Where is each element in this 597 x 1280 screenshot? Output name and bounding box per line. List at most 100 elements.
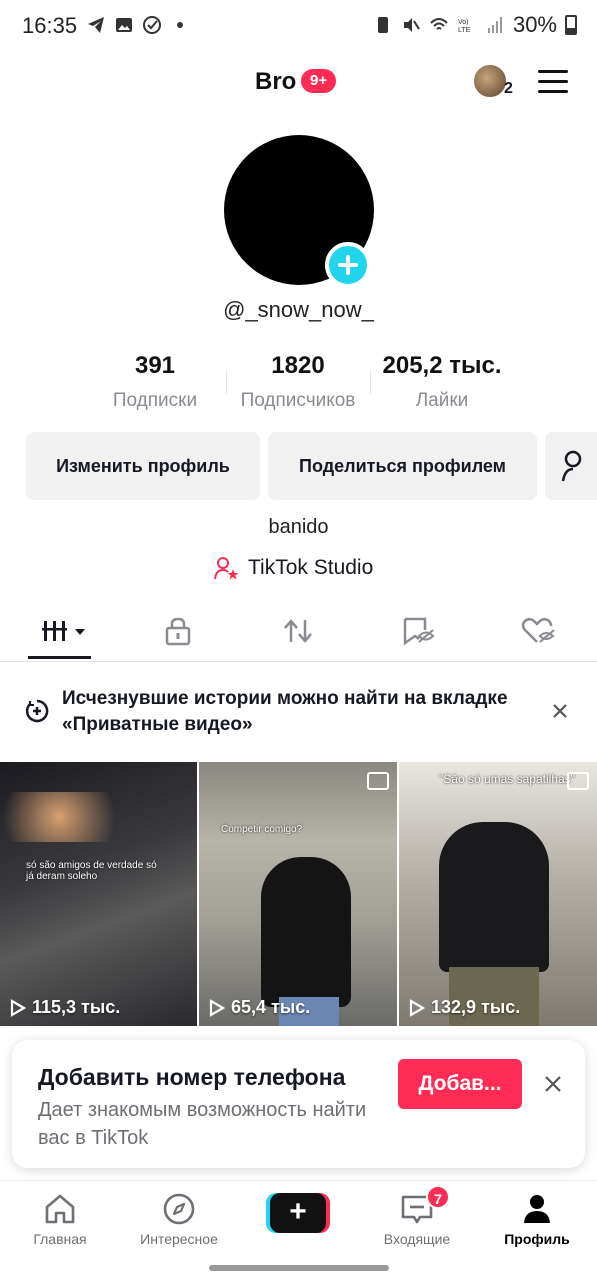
photo-icon — [567, 772, 589, 790]
battery-icon — [565, 15, 577, 35]
nav-label: Главная — [33, 1231, 87, 1247]
lock-icon — [165, 617, 191, 646]
sim-icon — [377, 17, 388, 33]
person-figure — [261, 857, 351, 1007]
mute-icon — [403, 18, 420, 32]
stat-followers[interactable]: 1820 Подписчиков — [223, 352, 373, 412]
video-views: 115,3 тыс. — [10, 997, 120, 1018]
stat-likes[interactable]: 205,2 тыс. Лайки — [367, 352, 517, 412]
video-views: 132,9 тыс. — [409, 997, 520, 1018]
notification-badge: 9+ — [301, 69, 337, 93]
video-caption: "São só umas sapatilhas" — [439, 772, 575, 786]
add-phone-title: Добавить номер телефона — [38, 1064, 346, 1090]
info-banner-text: Исчезнувшие истории можно найти на вклад… — [62, 688, 508, 735]
person-figure — [439, 822, 549, 972]
views-count: 65,4 тыс. — [231, 997, 311, 1017]
signal-icon — [487, 17, 502, 33]
nav-inbox[interactable]: Входящие — [362, 1191, 472, 1247]
story-add-icon — [25, 699, 49, 723]
active-tab-indicator — [28, 656, 91, 659]
stat-label: Лайки — [415, 390, 469, 411]
nav-label: Интересное — [140, 1231, 218, 1247]
play-icon — [409, 998, 425, 1017]
photo-icon — [367, 772, 389, 790]
friend-avatar — [472, 63, 508, 99]
saved-hidden-icon — [403, 617, 435, 646]
video-caption: Competir comigo? — [221, 824, 303, 835]
close-icon[interactable] — [549, 700, 571, 722]
stat-value: 1820 — [271, 352, 325, 379]
tiktok-studio-link[interactable]: TikTok Studio — [214, 555, 373, 581]
telegram-icon — [88, 17, 104, 33]
dot-icon — [177, 22, 183, 28]
studio-label: TikTok Studio — [248, 556, 374, 579]
check-circle-icon — [143, 16, 161, 34]
views-count: 132,9 тыс. — [431, 997, 521, 1017]
svg-text:LTE: LTE — [458, 27, 471, 34]
video-thumbnail[interactable]: só são amigos de verdade só já deram sol… — [0, 762, 197, 1026]
profile-handle: @_snow_now_ — [223, 297, 374, 322]
close-icon[interactable] — [543, 1074, 563, 1094]
info-banner: Исчезнувшие истории можно найти на вклад… — [0, 662, 597, 762]
status-bar: 16:35 Vo) LTE 30% — [0, 0, 597, 54]
liked-hidden-icon — [521, 618, 555, 643]
battery-percent: 30% — [512, 12, 557, 37]
bottom-navigation: Главная Интересное + Входящие 7 Профиль — [0, 1180, 597, 1250]
video-caption: só são amigos de verdade só já deram sol… — [26, 860, 157, 882]
stat-value: 391 — [134, 352, 176, 379]
tab-private[interactable] — [158, 614, 198, 648]
edit-profile-button[interactable]: Изменить профиль — [26, 432, 260, 500]
tab-liked[interactable] — [518, 614, 558, 648]
grid-icon — [42, 621, 85, 641]
friends-count: 2 — [504, 80, 513, 97]
status-left-icons — [86, 15, 190, 35]
video-thumbnail[interactable]: "São só umas sapatilhas" 132,9 тыс. — [399, 762, 597, 1026]
add-friends-button[interactable] — [545, 432, 597, 500]
add-avatar-icon[interactable] — [325, 242, 371, 288]
gallery-icon — [116, 18, 132, 32]
create-button[interactable]: + — [266, 1193, 330, 1233]
studio-icon — [214, 557, 239, 580]
video-thumbnail[interactable]: Competir comigo? 65,4 тыс. — [199, 762, 397, 1026]
tab-saved[interactable] — [398, 614, 438, 648]
nav-label: Входящие — [383, 1231, 451, 1247]
home-icon — [45, 1194, 75, 1224]
status-right-icons: Vo) LTE 30% — [373, 12, 577, 38]
stat-label: Подписки — [112, 390, 198, 411]
share-profile-button[interactable]: Поделиться профилем — [268, 432, 537, 500]
add-phone-subtitle: Дает знакомым возможность найти вас в Ti… — [38, 1099, 367, 1149]
profile-header: Bro 9+ 2 — [0, 58, 597, 108]
stat-label: Подписчиков — [240, 390, 356, 411]
svg-text:Vo): Vo) — [458, 19, 469, 26]
inbox-badge: 7 — [426, 1185, 450, 1209]
stat-following[interactable]: 391 Подписки — [80, 352, 230, 412]
tab-videos[interactable] — [40, 614, 90, 648]
play-icon — [209, 998, 225, 1017]
repost-icon — [284, 619, 312, 643]
wifi-icon — [430, 18, 448, 30]
add-phone-button[interactable]: Добав... — [398, 1059, 522, 1109]
profile-stats: 391 Подписки 1820 Подписчиков 205,2 тыс.… — [0, 352, 597, 422]
tab-reposts[interactable] — [278, 614, 318, 648]
add-phone-card: Добавить номер телефона Дает знакомым во… — [12, 1040, 585, 1168]
stat-value: 205,2 тыс. — [382, 352, 502, 379]
play-icon — [10, 998, 26, 1017]
concert-lights — [0, 792, 197, 842]
menu-icon[interactable] — [538, 70, 568, 94]
plus-icon: + — [270, 1193, 326, 1233]
compass-icon — [163, 1193, 195, 1225]
video-views: 65,4 тыс. — [209, 997, 310, 1018]
volte-icon: Vo)LTE — [458, 19, 471, 34]
content-tabs — [0, 600, 597, 662]
account-switcher[interactable]: Bro — [255, 68, 296, 96]
nav-label: Профиль — [504, 1231, 570, 1247]
home-indicator — [209, 1265, 389, 1271]
status-time: 16:35 — [22, 13, 78, 38]
profile-icon — [524, 1195, 550, 1223]
nav-home[interactable]: Главная — [5, 1191, 115, 1247]
nav-profile[interactable]: Профиль — [482, 1191, 592, 1247]
profile-bio: banido — [268, 516, 329, 538]
nav-discover[interactable]: Интересное — [124, 1191, 234, 1247]
views-count: 115,3 тыс. — [32, 997, 121, 1017]
add-friend-icon — [561, 450, 582, 482]
